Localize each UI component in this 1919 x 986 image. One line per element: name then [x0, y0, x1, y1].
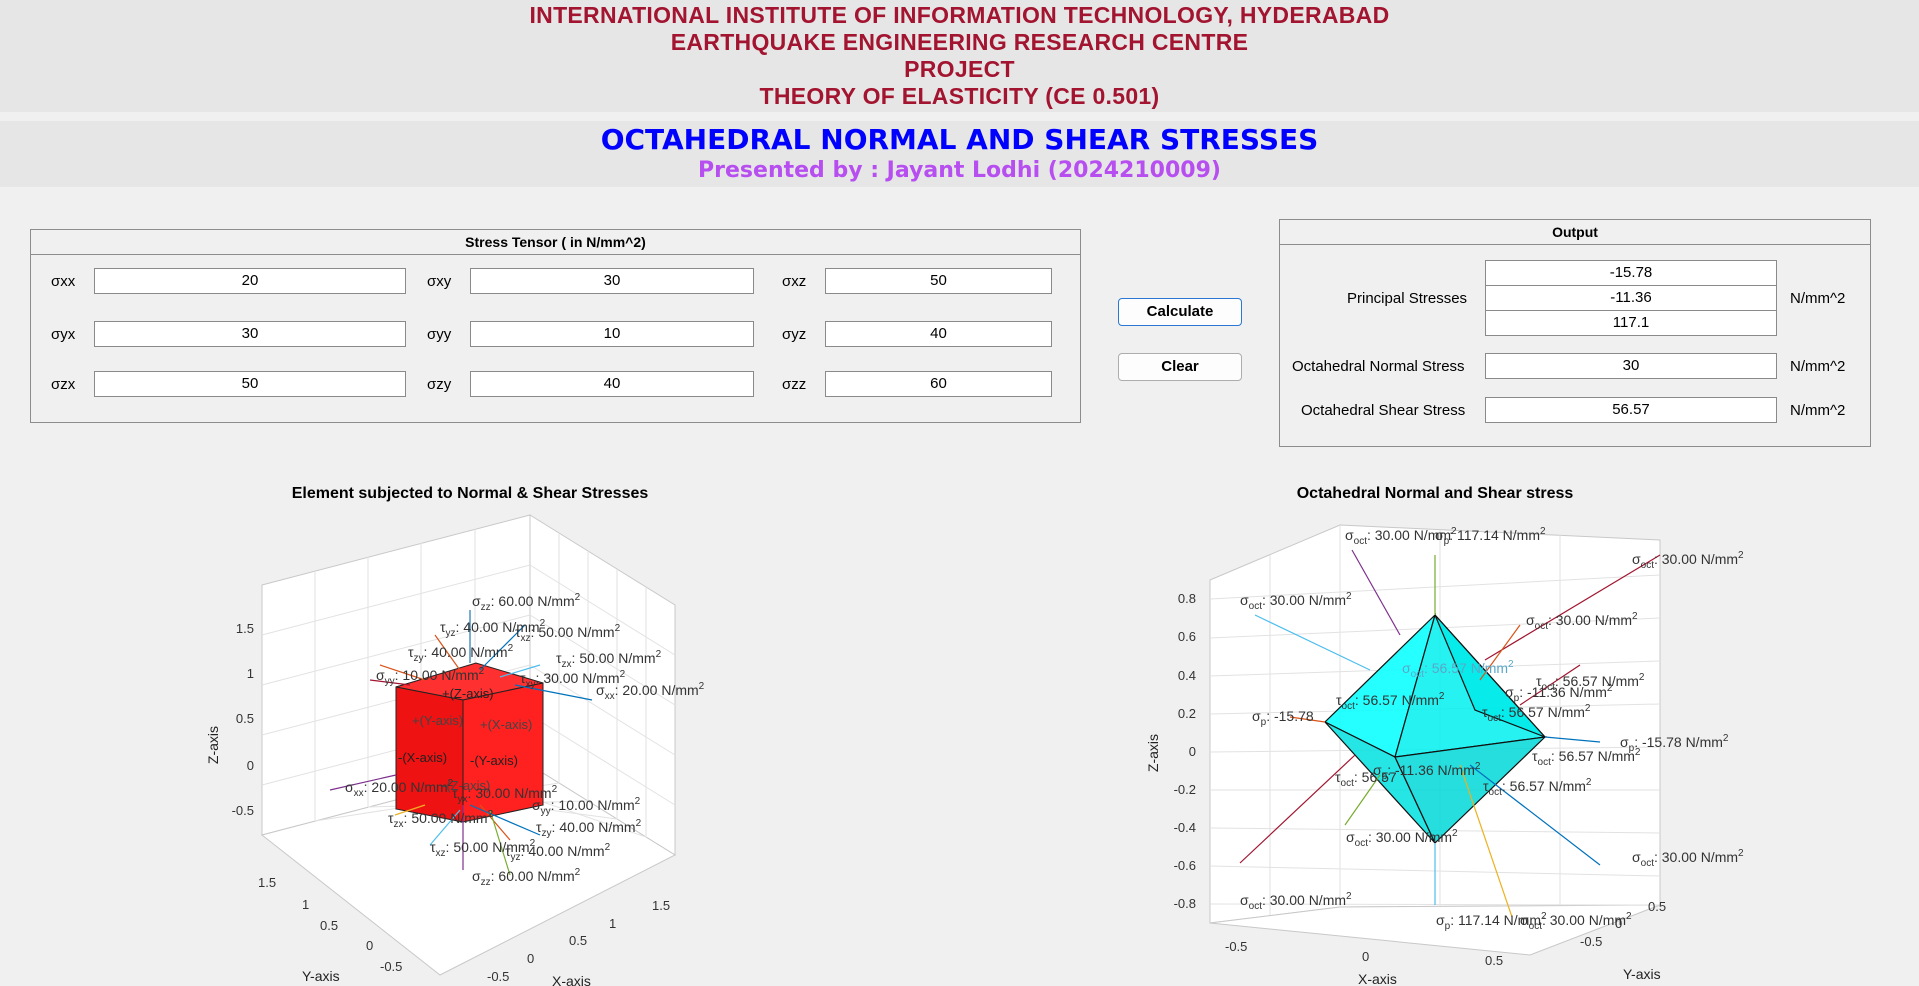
sigma-xx-input[interactable]: 20 — [94, 268, 406, 294]
y-tick: -0.5 — [380, 959, 402, 974]
y-tick: 0.5 — [1648, 899, 1666, 914]
face-label-pos-x: +(X-axis) — [480, 717, 532, 732]
z-tick: -0.8 — [1174, 896, 1196, 911]
z-tick: 0.2 — [1178, 706, 1196, 721]
z-tick: 0.6 — [1178, 629, 1196, 644]
label-sigma-xz: σxz — [782, 273, 807, 290]
left-xlabel: X-axis — [552, 973, 591, 986]
z-tick: 0.4 — [1178, 668, 1196, 683]
y-tick: 1.5 — [258, 875, 276, 890]
sigma-yz-input[interactable]: 40 — [825, 321, 1052, 347]
sigma-xz-input[interactable]: 50 — [825, 268, 1052, 294]
principal-stress-1-field[interactable]: -15.78 — [1485, 260, 1777, 286]
octahedral-shear-field[interactable]: 56.57 — [1485, 397, 1777, 423]
sigma-xy-input[interactable]: 30 — [470, 268, 754, 294]
sigma-yy-input[interactable]: 10 — [470, 321, 754, 347]
left-zlabel: Z-axis — [205, 726, 221, 764]
z-tick: 0.8 — [1178, 591, 1196, 606]
x-tick: 0 — [1362, 949, 1369, 964]
project-label: PROJECT — [904, 56, 1015, 82]
output-panel-title: Output — [1280, 220, 1870, 245]
x-tick: 1 — [609, 916, 616, 931]
label-sigma-xx: σxx — [51, 273, 76, 290]
octahedral-shear-label: Octahedral Shear Stress — [1301, 402, 1466, 419]
z-tick: 1.5 — [236, 621, 254, 636]
left-ylabel: Y-axis — [302, 968, 340, 984]
right-3d-plot[interactable]: 0.8 0.6 0.4 0.2 0 -0.2 -0.4 -0.6 -0.8 -0… — [1140, 505, 1919, 986]
presenter-label: Presented by : Jayant Lodhi (2024210009) — [698, 158, 1221, 183]
institute-name: INTERNATIONAL INSTITUTE OF INFORMATION T… — [529, 2, 1390, 28]
principal-unit: N/mm^2 — [1790, 290, 1846, 307]
sigma-yx-input[interactable]: 30 — [94, 321, 406, 347]
output-panel: Output Principal Stresses -15.78 -11.36 … — [1279, 219, 1871, 447]
label-sigma-xy: σxy — [427, 273, 452, 290]
right-z-ticks: 0.8 0.6 0.4 0.2 0 -0.2 -0.4 -0.6 -0.8 — [1174, 591, 1196, 911]
y-tick: -0.5 — [1580, 934, 1602, 949]
right-xlabel: X-axis — [1358, 971, 1397, 986]
institute-header: INTERNATIONAL INSTITUTE OF INFORMATION T… — [0, 0, 1919, 112]
calculate-button[interactable]: Calculate — [1118, 298, 1242, 326]
stress-tensor-panel-title: Stress Tensor ( in N/mm^2) — [31, 230, 1080, 255]
normal-unit: N/mm^2 — [1790, 358, 1846, 375]
x-tick: 0.5 — [569, 933, 587, 948]
octahedral-normal-label: Octahedral Normal Stress — [1292, 358, 1465, 375]
label-sigma-yy: σyy — [427, 326, 452, 343]
back-wall-left — [1209, 524, 1341, 924]
face-label-neg-y: -(Y-axis) — [470, 753, 518, 768]
sigma-zy-input[interactable]: 40 — [470, 371, 754, 397]
principal-stresses-label: Principal Stresses — [1347, 290, 1468, 307]
right-plot-title: Octahedral Normal and Shear stress — [1296, 485, 1574, 502]
z-tick: -0.4 — [1174, 820, 1196, 835]
label-sigma-yz: σyz — [782, 326, 807, 343]
left-3d-plot[interactable]: +(Z-axis) +(Y-axis) +(X-axis) -(X-axis) … — [180, 505, 740, 986]
y-tick: 0 — [366, 938, 373, 953]
right-zlabel: Z-axis — [1145, 734, 1161, 772]
z-tick: 0.5 — [236, 711, 254, 726]
x-tick: -0.5 — [1225, 939, 1247, 954]
label-sigma-yx: σyx — [51, 326, 76, 343]
face-label-pos-y: +(Y-axis) — [412, 713, 463, 728]
x-tick: 1.5 — [652, 898, 670, 913]
z-tick: -0.5 — [232, 803, 254, 818]
centre-name: EARTHQUAKE ENGINEERING RESEARCH CENTRE — [670, 29, 1249, 55]
x-tick: -0.5 — [487, 969, 509, 984]
course-name: THEORY OF ELASTICITY (CE 0.501) — [759, 83, 1160, 109]
z-tick: 1 — [247, 666, 254, 681]
sigma-zx-input[interactable]: 50 — [94, 371, 406, 397]
title-band: OCTAHEDRAL NORMAL AND SHEAR STRESSES Pre… — [0, 121, 1919, 187]
z-tick: -0.6 — [1174, 858, 1196, 873]
shear-unit: N/mm^2 — [1790, 402, 1846, 419]
sigma-zz-input[interactable]: 60 — [825, 371, 1052, 397]
label-sigma-zz: σzz — [782, 376, 807, 393]
page-title: OCTAHEDRAL NORMAL AND SHEAR STRESSES — [600, 123, 1319, 156]
principal-stress-2-field[interactable]: -11.36 — [1485, 285, 1777, 311]
x-tick: 0 — [527, 951, 534, 966]
z-tick: 0 — [1189, 744, 1196, 759]
clear-button[interactable]: Clear — [1118, 353, 1242, 381]
y-tick: 0.5 — [320, 918, 338, 933]
right-ylabel: Y-axis — [1623, 966, 1661, 982]
left-plot-title: Element subjected to Normal & Shear Stre… — [291, 485, 649, 502]
octahedral-normal-field[interactable]: 30 — [1485, 353, 1777, 379]
label-sigma-zx: σzx — [51, 376, 76, 393]
z-tick: 0 — [247, 758, 254, 773]
y-tick: 1 — [302, 897, 309, 912]
principal-stress-3-field[interactable]: 117.1 — [1485, 310, 1777, 336]
face-label-pos-z: +(Z-axis) — [442, 686, 494, 701]
z-tick: -0.2 — [1174, 782, 1196, 797]
face-label-neg-x: -(X-axis) — [398, 750, 447, 765]
left-z-ticks: 1.5 1 0.5 0 -0.5 — [232, 621, 254, 818]
label-sigma-zy: σzy — [427, 376, 452, 393]
stress-tensor-panel: Stress Tensor ( in N/mm^2) σxx 20 σxy 30… — [30, 229, 1081, 423]
x-tick: 0.5 — [1485, 953, 1503, 968]
